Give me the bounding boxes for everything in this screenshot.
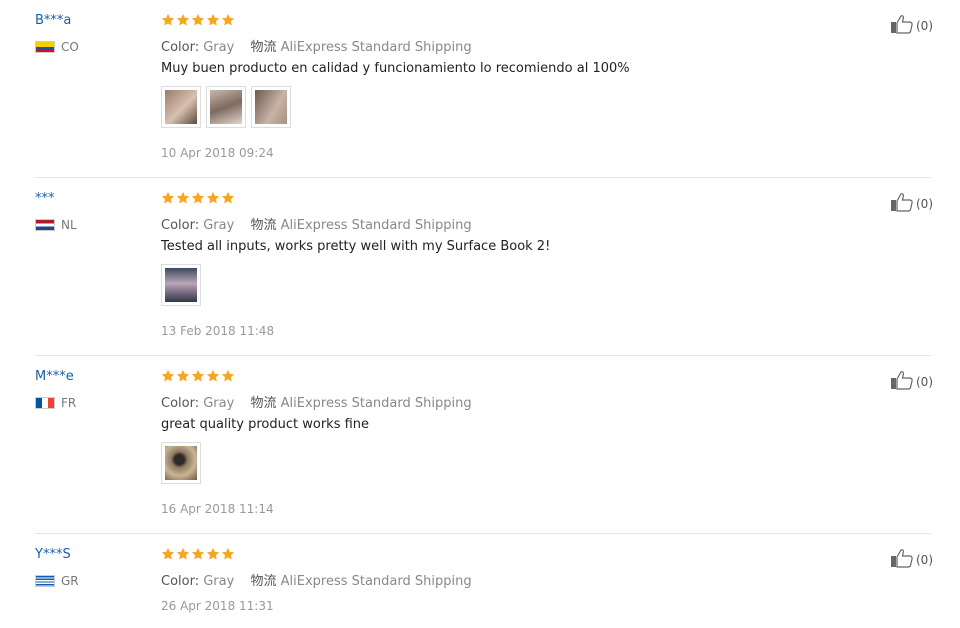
star-icon	[191, 191, 205, 204]
country-code: FR	[61, 396, 77, 410]
reviewer-name[interactable]: ***	[35, 191, 55, 206]
reviewer-country: NL	[35, 218, 77, 232]
photo-list	[161, 442, 201, 484]
review-text: Tested all inputs, works pretty well wit…	[161, 239, 551, 254]
logistics-label: 物流	[250, 218, 277, 233]
review-divider	[35, 533, 931, 534]
helpful-button[interactable]: (0)	[890, 14, 933, 37]
color-label: Color:	[161, 218, 200, 233]
logistics-value: AliExpress Standard Shipping	[280, 40, 472, 55]
color-value: Gray	[203, 218, 235, 233]
review-photo[interactable]	[206, 86, 246, 128]
logistics-value: AliExpress Standard Shipping	[280, 574, 472, 589]
helpful-count: (0)	[916, 196, 933, 211]
star-icon	[161, 547, 175, 560]
star-icon	[161, 13, 175, 26]
flag-fr-icon	[35, 397, 55, 409]
color-label: Color:	[161, 574, 200, 589]
star-icon	[221, 13, 235, 26]
logistics-label: 物流	[250, 396, 277, 411]
color-value: Gray	[203, 574, 235, 589]
star-rating	[161, 547, 235, 561]
star-icon	[221, 369, 235, 382]
country-code: GR	[61, 574, 79, 588]
star-icon	[206, 369, 220, 382]
review-date: 13 Feb 2018 11:48	[161, 324, 275, 338]
star-rating	[161, 191, 235, 205]
reviewer-name[interactable]: Y***S	[35, 547, 71, 562]
star-icon	[206, 547, 220, 560]
review-meta: Color: Gray 物流 AliExpress Standard Shipp…	[161, 36, 472, 55]
helpful-button[interactable]: (0)	[890, 370, 933, 393]
review-meta: Color: Gray 物流 AliExpress Standard Shipp…	[161, 570, 472, 589]
star-icon	[206, 13, 220, 26]
logistics-value: AliExpress Standard Shipping	[280, 218, 472, 233]
helpful-button[interactable]: (0)	[890, 192, 933, 215]
review-photo[interactable]	[161, 442, 201, 484]
logistics-label: 物流	[250, 40, 277, 55]
country-code: NL	[61, 218, 77, 232]
thumbs-up-icon	[890, 548, 914, 571]
review-text: great quality product works fine	[161, 417, 370, 432]
star-icon	[176, 13, 190, 26]
review-date: 26 Apr 2018 11:31	[161, 599, 274, 613]
star-icon	[176, 191, 190, 204]
reviewer-country: CO	[35, 40, 79, 54]
helpful-count: (0)	[916, 552, 933, 567]
color-value: Gray	[203, 396, 235, 411]
review-date: 10 Apr 2018 09:24	[161, 146, 274, 160]
country-code: CO	[61, 40, 79, 54]
star-icon	[161, 369, 175, 382]
color-label: Color:	[161, 396, 200, 411]
color-label: Color:	[161, 40, 200, 55]
logistics-value: AliExpress Standard Shipping	[280, 396, 472, 411]
thumbs-up-icon	[890, 14, 914, 37]
thumbs-up-icon	[890, 192, 914, 215]
photo-list	[161, 86, 291, 128]
reviewer-name[interactable]: B***a	[35, 13, 71, 28]
logistics-label: 物流	[250, 574, 277, 589]
review-photo[interactable]	[161, 264, 201, 306]
star-icon	[221, 191, 235, 204]
color-value: Gray	[203, 40, 235, 55]
review-divider	[35, 355, 931, 356]
review-photo[interactable]	[251, 86, 291, 128]
reviewer-country: FR	[35, 396, 76, 410]
flag-gr-icon	[35, 575, 55, 587]
flag-co-icon	[35, 41, 55, 53]
star-icon	[161, 191, 175, 204]
star-icon	[191, 369, 205, 382]
photo-list	[161, 264, 201, 306]
helpful-count: (0)	[916, 374, 933, 389]
flag-nl-icon	[35, 219, 55, 231]
helpful-count: (0)	[916, 18, 933, 33]
thumbs-up-icon	[890, 370, 914, 393]
star-icon	[176, 369, 190, 382]
star-rating	[161, 13, 235, 27]
star-icon	[176, 547, 190, 560]
star-icon	[221, 547, 235, 560]
review-photo[interactable]	[161, 86, 201, 128]
reviewer-name[interactable]: M***e	[35, 369, 74, 384]
star-icon	[206, 191, 220, 204]
review-date: 16 Apr 2018 11:14	[161, 502, 274, 516]
review-meta: Color: Gray 物流 AliExpress Standard Shipp…	[161, 392, 472, 411]
helpful-button[interactable]: (0)	[890, 548, 933, 571]
star-icon	[191, 547, 205, 560]
review-text: Muy buen producto en calidad y funcionam…	[161, 61, 630, 76]
review-meta: Color: Gray 物流 AliExpress Standard Shipp…	[161, 214, 472, 233]
star-rating	[161, 369, 235, 383]
review-divider	[35, 177, 931, 178]
reviewer-country: GR	[35, 574, 79, 588]
star-icon	[191, 13, 205, 26]
